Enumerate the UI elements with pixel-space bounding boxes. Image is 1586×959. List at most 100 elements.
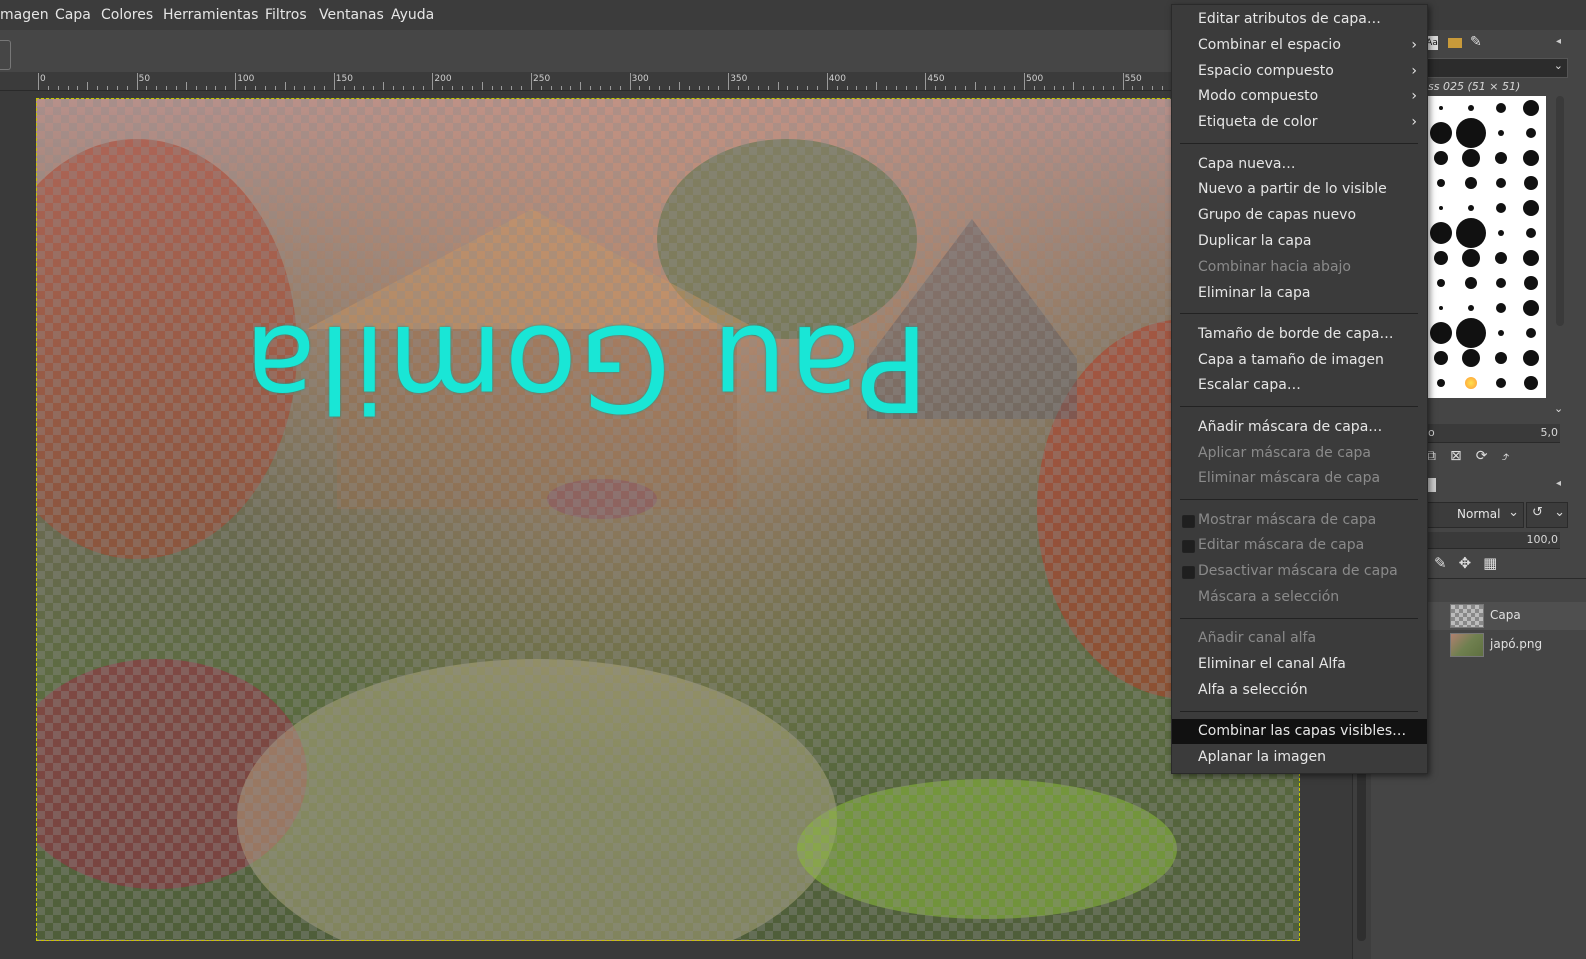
brush-preset[interactable] [1496,203,1506,213]
dock-menu-icon[interactable]: ◂ [1556,36,1561,47]
brush-preset[interactable] [1456,318,1486,348]
brush-preset[interactable] [1523,250,1539,266]
text-layer[interactable]: Pau Gomila [242,299,929,437]
panel-toggle-button[interactable] [0,40,11,70]
duplicate-brush-icon[interactable]: ⧉ [1426,448,1450,464]
menu-item[interactable]: Grupo de capas nuevo [1172,203,1427,228]
brush-preset[interactable] [1468,305,1474,311]
brush-preset[interactable] [1430,122,1452,144]
menu-item[interactable]: Capa a tamaño de imagen [1172,348,1427,373]
menu-item[interactable]: Aplanar la imagen [1172,745,1427,770]
layer-name[interactable]: Capa [1490,608,1521,622]
menu-item[interactable]: Desactivar máscara de capa [1172,559,1427,584]
brush-preset[interactable] [1526,328,1536,338]
menu-item[interactable]: Añadir canal alfa [1172,626,1427,651]
chevron-down-icon[interactable]: ⌄ [1554,402,1563,415]
brush-preset[interactable] [1430,322,1452,344]
brush-preset[interactable] [1495,352,1507,364]
brush-preset[interactable] [1437,279,1445,287]
menu-item[interactable]: Mostrar máscara de capa [1172,508,1427,533]
brush-preset[interactable] [1496,178,1506,188]
menu-item[interactable]: Eliminar máscara de capa [1172,466,1427,491]
brush-preset[interactable] [1434,251,1448,265]
checkbox[interactable] [1182,540,1195,554]
brush-preset[interactable] [1456,118,1486,148]
brush-preset[interactable] [1524,176,1538,190]
lock-alpha-icon[interactable]: ▦ [1483,554,1509,572]
checkbox[interactable] [1182,566,1195,580]
image-canvas[interactable]: Pau Gomila [36,98,1300,941]
brush-preset[interactable] [1498,130,1504,136]
horizontal-ruler[interactable]: 0 50 100 150 200 250 300 350 400 450 500 550 [0,72,1180,91]
brush-preset[interactable] [1496,278,1506,288]
brush-preset[interactable] [1465,277,1477,289]
lock-position-icon[interactable]: ✥ [1459,554,1484,572]
layer-mode-dropdown[interactable]: Normal ⌄ [1426,502,1524,528]
menu-item[interactable]: Eliminar la capa [1172,281,1427,306]
menu-item[interactable]: Combinar hacia abajo [1172,255,1427,280]
brush-preset[interactable] [1523,300,1539,316]
menu-item[interactable]: Nuevo a partir de lo visible [1172,177,1427,202]
menu-item[interactable]: Alfa a selección [1172,678,1427,703]
dock-menu-icon[interactable]: ◂ [1556,478,1561,489]
brush-preset[interactable] [1434,351,1448,365]
brush-filter-dropdown[interactable]: ⌄ [1426,58,1568,78]
layer-composite-dropdown[interactable]: ↺ ⌄ [1526,502,1568,528]
brush-preset[interactable] [1465,177,1477,189]
layer-name[interactable]: japó.png [1490,637,1542,651]
menu-item[interactable]: Editar máscara de capa [1172,533,1427,558]
menu-capa[interactable]: Capa [55,7,91,23]
brush-preset[interactable] [1524,376,1538,390]
menu-item[interactable]: Eliminar el canal Alfa [1172,652,1427,677]
brush-preset[interactable] [1524,276,1538,290]
menu-imagen[interactable]: magen [0,7,49,23]
brush-preset[interactable] [1430,222,1452,244]
pattern-tab-icon[interactable] [1448,38,1462,48]
brush-preset[interactable] [1468,205,1474,211]
layer-row-japo[interactable]: japó.png [1428,631,1586,659]
brush-preset[interactable] [1468,105,1474,111]
brush-preset[interactable] [1462,249,1480,267]
layer-row-capa[interactable]: Capa [1428,602,1586,630]
menu-colores[interactable]: Colores [101,7,153,23]
brush-preset[interactable] [1437,179,1445,187]
brush-preset[interactable] [1496,103,1506,113]
menu-item[interactable]: Editar atributos de capa… [1172,7,1427,32]
delete-brush-icon[interactable]: ⊠ [1450,448,1476,464]
brush-preset[interactable] [1462,149,1480,167]
brush-preset[interactable] [1496,303,1506,313]
menu-item[interactable]: Combinar las capas visibles… [1172,719,1427,745]
brush-spacing-field[interactable]: o 5,0 [1426,424,1560,443]
menu-ventanas[interactable]: Ventanas [319,7,384,23]
brush-preset[interactable] [1526,128,1536,138]
menu-item[interactable]: Añadir máscara de capa… [1172,415,1427,440]
menu-filtros[interactable]: Filtros [265,7,307,23]
brush-preset[interactable] [1526,228,1536,238]
brush-preset[interactable] [1456,218,1486,248]
menu-item[interactable]: Aplicar máscara de capa [1172,441,1427,466]
brush-preset[interactable] [1523,200,1539,216]
brush-preset[interactable] [1523,150,1539,166]
brush-preset[interactable] [1437,379,1445,387]
brush-preset[interactable] [1498,230,1504,236]
checkbox[interactable] [1182,514,1195,528]
menu-item[interactable]: Capa nueva… [1172,152,1427,177]
brush-preset[interactable] [1439,306,1443,310]
menu-ayuda[interactable]: Ayuda [391,7,434,23]
lock-pixels-icon[interactable]: ✎ [1434,554,1459,572]
brush-preset[interactable] [1439,206,1443,210]
brush-preset[interactable] [1465,377,1477,389]
menu-item[interactable]: Etiqueta de color › [1172,110,1427,135]
menu-item[interactable]: Tamaño de borde de capa… [1172,322,1427,347]
menu-item[interactable]: Duplicar la capa [1172,229,1427,254]
brush-preset[interactable] [1523,100,1539,116]
brush-grid[interactable] [1426,96,1546,398]
menu-item[interactable]: Máscara a selección [1172,585,1427,610]
refresh-brushes-icon[interactable]: ⟳ [1476,448,1502,464]
brush-preset[interactable] [1434,151,1448,165]
brush-preset[interactable] [1462,349,1480,367]
menu-item[interactable]: Espacio compuesto › [1172,59,1427,84]
brush-preset[interactable] [1495,252,1507,264]
brush-tab-icon[interactable]: ✎ [1470,34,1488,52]
menu-item[interactable]: Combinar el espacio › [1172,33,1427,58]
